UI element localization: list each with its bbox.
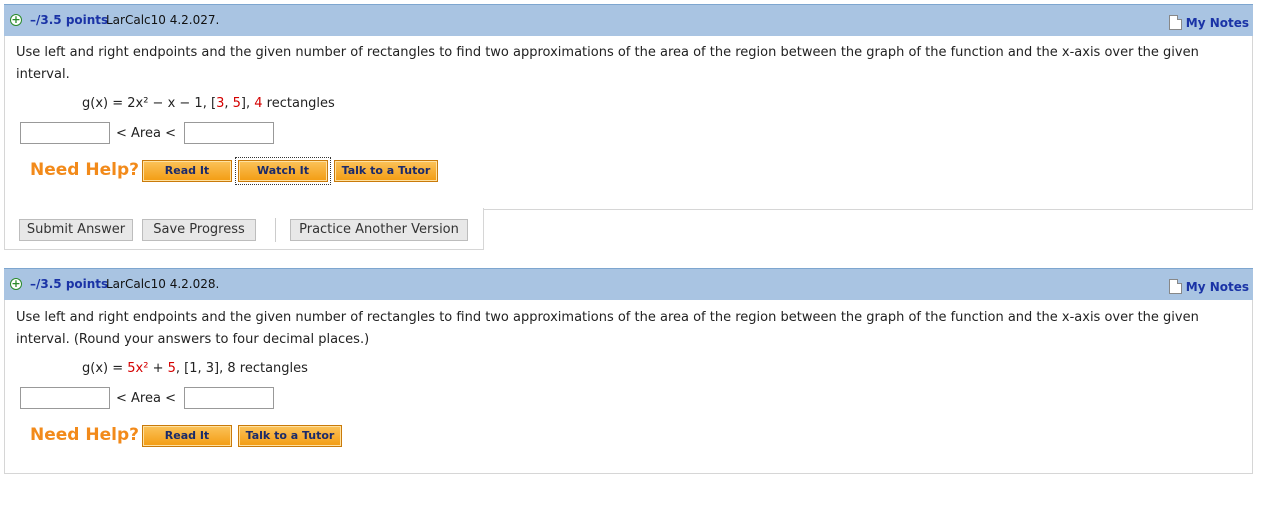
question-2-source: LarCalc10 4.2.028. [106,277,220,291]
question-1-source: LarCalc10 4.2.027. [106,13,220,27]
practice-another-version-button[interactable]: Practice Another Version [290,219,468,241]
read-it-button-1[interactable]: Read It [142,160,232,182]
need-help-label-2: Need Help? [30,425,139,445]
rectangle-count: 4 [254,96,263,111]
formula-comma: , [224,96,233,111]
question-1-header: + –/3.5 points LarCalc10 4.2.027. My Not… [4,4,1253,36]
question-2-header: + –/3.5 points LarCalc10 4.2.028. My Not… [4,268,1253,300]
formula-plus: + [148,361,168,376]
read-it-button-2[interactable]: Read It [142,425,232,447]
watch-it-button-1[interactable]: Watch It [235,157,331,185]
talk-to-tutor-button-1[interactable]: Talk to a Tutor [334,160,438,182]
question-1-problem-text: Use left and right endpoints and the giv… [16,45,1199,82]
submit-answer-button[interactable]: Submit Answer [19,219,133,241]
expand-plus-icon[interactable]: + [10,14,22,26]
notes-document-icon [1168,15,1182,30]
my-notes-label: My Notes [1185,279,1249,294]
my-notes-link-2[interactable]: My Notes [1168,276,1249,294]
formula-rest: , [1, 3], 8 rectangles [175,361,308,376]
upper-area-input-2[interactable] [184,387,274,409]
expand-plus-icon[interactable]: + [10,278,22,290]
need-help-label-1: Need Help? [30,160,139,180]
question-2-formula: g(x) = 5x² + 5, [1, 3], 8 rectangles [82,361,308,376]
button-separator [275,218,276,242]
lower-area-input-1[interactable] [20,122,110,144]
question-2-problem-text: Use left and right endpoints and the giv… [16,310,1199,347]
my-notes-label: My Notes [1185,15,1249,30]
talk-to-tutor-button-2[interactable]: Talk to a Tutor [238,425,342,447]
lower-area-input-2[interactable] [20,387,110,409]
formula-close-bracket: ], [240,96,251,111]
question-2-points: –/3.5 points [30,277,109,291]
notes-document-icon [1168,279,1182,294]
area-label-2: < Area < [116,391,176,406]
interval-end: 5 [232,96,241,111]
area-label-1: < Area < [116,126,176,141]
formula-constant: 5 [167,361,176,376]
question-1-formula: g(x) = 2x² − x − 1, [3, 5], 4 rectangles [82,96,335,111]
question-1-points: –/3.5 points [30,13,109,27]
rectangles-word: rectangles [266,96,335,111]
formula-coefficient: 5x² [127,361,149,376]
formula-function: g(x) = 2x² − x − 1, [82,96,207,111]
my-notes-link-1[interactable]: My Notes [1168,12,1249,30]
formula-function: g(x) = [82,361,128,376]
upper-area-input-1[interactable] [184,122,274,144]
save-progress-button[interactable]: Save Progress [142,219,256,241]
